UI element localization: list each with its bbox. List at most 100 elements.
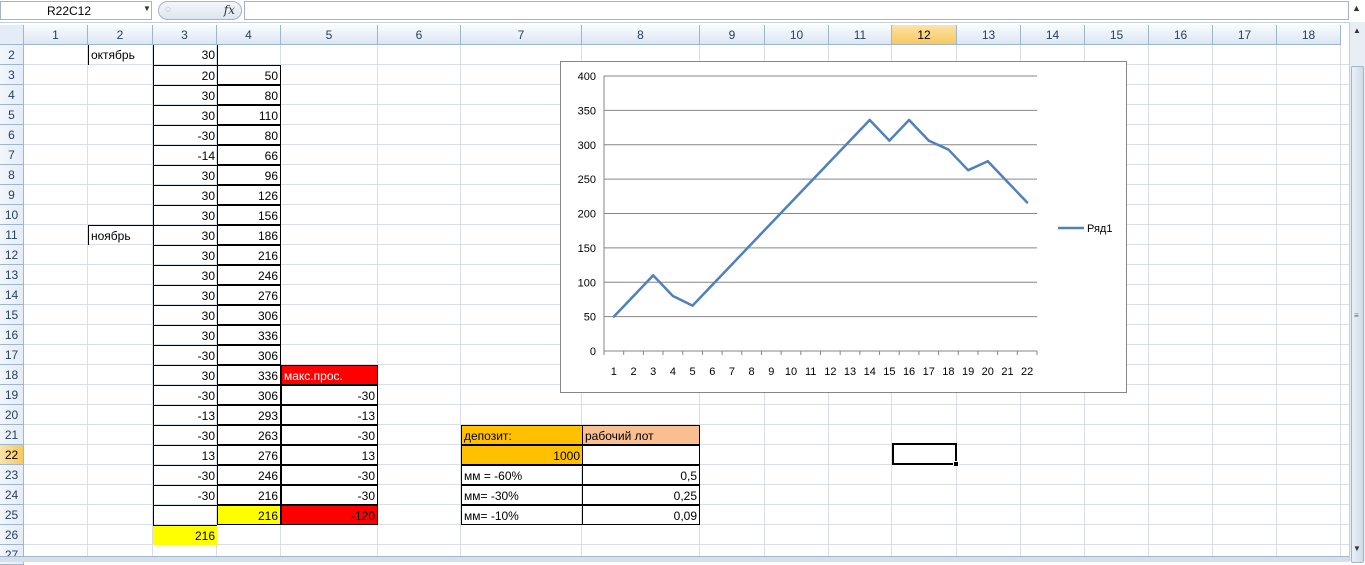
row-header[interactable]: 23	[0, 465, 24, 485]
row-header[interactable]: 8	[0, 165, 24, 185]
vertical-scrollbar[interactable]: ▲ ≡ ▼	[1349, 22, 1365, 563]
row-header[interactable]: 25	[0, 505, 24, 525]
column-header[interactable]: 11	[829, 25, 892, 45]
column-header[interactable]: 18	[1277, 25, 1341, 45]
column-header[interactable]: 15	[1085, 25, 1149, 45]
chevron-up-icon[interactable]: ▲	[1352, 3, 1361, 13]
cell-value[interactable]: -30	[153, 385, 217, 405]
row-header[interactable]: 4	[0, 85, 24, 105]
cell-drawdown[interactable]: 13	[281, 445, 378, 465]
cell-value[interactable]	[153, 505, 217, 525]
cell-cumulative[interactable]: 156	[217, 205, 281, 225]
select-all-corner[interactable]	[0, 25, 24, 45]
row-header[interactable]: 3	[0, 65, 24, 85]
column-header[interactable]: 17	[1213, 25, 1277, 45]
cell-cumulative[interactable]: 276	[217, 445, 281, 465]
row-header[interactable]: 12	[0, 245, 24, 265]
insert-function-button[interactable]: ◌ fx	[158, 1, 242, 20]
cell-cumulative[interactable]: 246	[217, 465, 281, 485]
cell-value[interactable]: 30	[153, 245, 217, 265]
row-header[interactable]: 9	[0, 185, 24, 205]
cell-month-october[interactable]: октябрь	[88, 45, 153, 65]
cell-month-november[interactable]: ноябрь	[88, 225, 153, 245]
column-header[interactable]: 9	[700, 25, 765, 45]
row-header[interactable]: 20	[0, 405, 24, 425]
cell-value[interactable]: 30	[153, 305, 217, 325]
column-header[interactable]: 10	[765, 25, 829, 45]
cell-lot-value[interactable]: 0,5	[582, 465, 700, 485]
cell-lot-label[interactable]: рабочий лот	[582, 425, 700, 445]
cell-cumulative[interactable]: 126	[217, 185, 281, 205]
cell-value[interactable]: 20	[153, 65, 217, 85]
row-header[interactable]: 21	[0, 425, 24, 445]
cell-value[interactable]: 30	[153, 45, 217, 65]
cell-cumulative[interactable]: 80	[217, 85, 281, 105]
cell-value[interactable]: 30	[153, 105, 217, 125]
cell-lot-value[interactable]: 0,25	[582, 485, 700, 505]
cell-deposit-label[interactable]: депозит:	[461, 425, 583, 445]
scroll-up-icon[interactable]: ▲	[1353, 26, 1361, 35]
active-cell-selection[interactable]	[892, 443, 957, 465]
row-header[interactable]: 11	[0, 225, 24, 245]
formula-input[interactable]	[244, 1, 1349, 20]
cell-cumulative[interactable]: 80	[217, 125, 281, 145]
cell-value[interactable]: 30	[153, 265, 217, 285]
cell-cumulative[interactable]: 336	[217, 325, 281, 345]
row-header[interactable]: 7	[0, 145, 24, 165]
cell-cumulative[interactable]: 263	[217, 425, 281, 445]
column-header[interactable]: 3	[153, 25, 217, 45]
cell-cumulative[interactable]: 216	[217, 485, 281, 505]
cell-cumulative[interactable]: 66	[217, 145, 281, 165]
cell-value[interactable]: 30	[153, 225, 217, 245]
column-header[interactable]: 8	[582, 25, 700, 45]
cell-cumulative[interactable]: 186	[217, 225, 281, 245]
cell-cumulative[interactable]	[217, 45, 281, 65]
row-header[interactable]: 19	[0, 385, 24, 405]
row-header[interactable]: 5	[0, 105, 24, 125]
column-header[interactable]: 7	[461, 25, 582, 45]
row-header[interactable]: 22	[0, 445, 24, 465]
cell-cumulative[interactable]: 276	[217, 285, 281, 305]
cell-cumulative[interactable]: 246	[217, 265, 281, 285]
cell-drawdown[interactable]: -30	[281, 425, 378, 445]
cell-drawdown[interactable]: -30	[281, 385, 378, 405]
cell-cumulative[interactable]: 216	[217, 245, 281, 265]
row-header[interactable]: 15	[0, 305, 24, 325]
cell-value[interactable]: 30	[153, 285, 217, 305]
column-header[interactable]: 2	[88, 25, 153, 45]
row-header[interactable]: 27	[0, 545, 24, 565]
cell-value[interactable]: 30	[153, 365, 217, 385]
cell-drawdown[interactable]: -30	[281, 465, 378, 485]
cell-mm-label[interactable]: мм = -60%	[461, 465, 583, 485]
cell-drawdown[interactable]: -30	[281, 485, 378, 505]
column-header[interactable]: 6	[378, 25, 461, 45]
row-header[interactable]: 6	[0, 125, 24, 145]
cell-cumulative[interactable]: 293	[217, 405, 281, 425]
cell-cumulative[interactable]: 306	[217, 385, 281, 405]
cell-cumulative[interactable]: 336	[217, 365, 281, 385]
cell-value[interactable]: -30	[153, 485, 217, 505]
cell-value[interactable]: 13	[153, 445, 217, 465]
column-header[interactable]: 14	[1021, 25, 1085, 45]
cell-value[interactable]: -30	[153, 425, 217, 445]
column-header[interactable]: 5	[281, 25, 378, 45]
name-box[interactable]: R22C12 ▼	[0, 1, 152, 20]
cell-value[interactable]: 30	[153, 165, 217, 185]
cell-value[interactable]: 216	[153, 525, 217, 545]
cell-cumulative[interactable]: 50	[217, 65, 281, 85]
cell-value[interactable]: -13	[153, 405, 217, 425]
row-header[interactable]: 17	[0, 345, 24, 365]
cell-cumulative[interactable]: 216	[217, 505, 281, 525]
cell-value[interactable]: 30	[153, 205, 217, 225]
cell-value[interactable]: -30	[153, 345, 217, 365]
row-header[interactable]: 16	[0, 325, 24, 345]
row-header[interactable]: 24	[0, 485, 24, 505]
fill-handle[interactable]	[953, 461, 959, 467]
cell-max-drawdown-header[interactable]: макс.прос.	[281, 365, 378, 385]
column-header[interactable]: 16	[1149, 25, 1213, 45]
column-header[interactable]: 1	[24, 25, 88, 45]
cell-mm-label[interactable]: мм= -10%	[461, 505, 583, 525]
chevron-down-icon[interactable]: ▼	[143, 4, 151, 13]
cell-drawdown[interactable]: -13	[281, 405, 378, 425]
cell-value[interactable]: 30	[153, 325, 217, 345]
